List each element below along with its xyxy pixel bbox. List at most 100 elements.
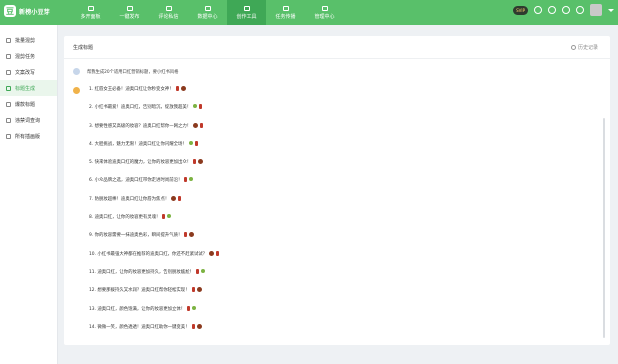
panel-icon	[87, 5, 94, 11]
bot-avatar-icon	[73, 87, 80, 94]
task-icon	[282, 5, 289, 11]
sparkle-icon	[193, 104, 198, 109]
result-text: 8. 迪奥口红，让你的妆容更有灵魂！	[89, 215, 161, 221]
result-item[interactable]: 13. 迪奥口红，颜色饱满，让你的妆容更加立体！	[89, 305, 219, 324]
lipstick-icon	[187, 305, 191, 311]
result-item[interactable]: 11. 迪奥口红，让你的妆容更加持久，告别脱妆尴尬！	[89, 268, 219, 287]
lipstick-icon	[184, 232, 188, 238]
nav-label: 多开面板	[80, 13, 101, 20]
sidebar: 批量混剪 混剪任务 文案改写 标题生成 爆款标题 违禁词查询 所有插画版	[0, 25, 58, 364]
result-list: 1. 红唇女王必备！迪奥口红让你秒变女神！ 2. 小红书最爱！迪奥口红，告别暗沉…	[89, 86, 220, 342]
lipstick-icon	[162, 214, 166, 220]
result-item[interactable]: 7. 防脱妆超棒！迪奥口红让你唇为焦点！	[89, 195, 219, 214]
result-item[interactable]: 4. 大胆挑战，魅力无限！迪奥口红让你闪耀全场！	[89, 140, 219, 159]
sidebar-item-rewrite[interactable]: 文案改写	[0, 64, 57, 80]
result-item[interactable]: 5. 快来体验迪奥口红的魔力，让你的妆容更加出众！	[89, 159, 219, 177]
sidebar-item-label: 爆款标题	[15, 101, 36, 108]
nav-label: 评论私信	[158, 13, 179, 20]
main-panel: 生成标题 历史记录 帮我生成20个适用口红营销标题，要小红书风格 1. 红唇女王…	[64, 36, 610, 345]
page-title: 生成标题	[73, 45, 94, 51]
result-item[interactable]: 12. 想要那拨持久又水润？迪奥口红帮你轻松实现！	[89, 287, 219, 305]
lipstick-icon	[191, 323, 195, 329]
nav-label: 创作工具	[236, 13, 257, 20]
comment-icon	[165, 5, 172, 11]
nav-item-multi-panel[interactable]: 多开面板	[71, 0, 110, 25]
title-icon	[6, 85, 11, 91]
nav-label: 数据中心	[197, 13, 218, 20]
result-item[interactable]: 6. 小众品牌之选，迪奥口红带你走进时尚前沿！	[89, 177, 219, 195]
result-item[interactable]: 14. 微微一笑，颜色透透！迪奥口红助你一键变美！	[89, 323, 219, 342]
result-text: 5. 快来体验迪奥口红的魔力，让你的妆容更加出众！	[89, 160, 192, 166]
sparkle-icon	[189, 177, 194, 182]
result-item[interactable]: 3. 想要性感又高级的妆容？迪奥口红帮你一网之力！	[89, 122, 219, 141]
history-button[interactable]: 历史记录	[570, 44, 598, 51]
sidebar-item-label: 所有插画版	[15, 133, 41, 140]
nav-item-publish[interactable]: 一键发布	[110, 0, 149, 25]
top-right-tools: SVIP	[513, 4, 614, 16]
user-avatar-icon	[73, 68, 80, 75]
prompt-text: 帮我生成20个适用口红营销标题，要小红书风格	[87, 69, 179, 75]
settings-icon[interactable]	[576, 6, 584, 14]
fire-icon	[6, 101, 11, 107]
football-icon	[180, 86, 186, 91]
result-text: 14. 微微一笑，颜色透透！迪奥口红助你一键变美！	[89, 324, 190, 330]
sidebar-item-title-gen[interactable]: 标题生成	[0, 80, 57, 96]
chevron-down-icon[interactable]	[608, 8, 614, 12]
nav-item-management[interactable]: 管理中心	[305, 0, 344, 25]
mix-icon	[6, 37, 11, 43]
nav-label: 一键发布	[119, 13, 140, 20]
sidebar-item-illustrations[interactable]: 所有插画版	[0, 128, 57, 144]
history-label: 历史记录	[577, 45, 598, 51]
result-item[interactable]: 10. 小红书最强大神都在推荐的迪奥口红，你还不赶紧试试？	[89, 250, 220, 269]
sidebar-item-label: 标题生成	[15, 85, 36, 92]
result-text: 9. 你的妆容需要一抹迪奥色彩，瞬间提升气质！	[89, 233, 183, 239]
brush-icon	[6, 133, 11, 139]
task-list-icon	[6, 53, 11, 59]
help-icon[interactable]	[548, 6, 556, 14]
brand: 豆 新榜小豆芽	[4, 5, 50, 17]
manage-icon	[321, 5, 328, 11]
nav-label: 管理中心	[314, 13, 335, 20]
result-item[interactable]: 2. 小红书最爱！迪奥口红，告别暗沉，绽放我超美！	[89, 104, 219, 122]
chart-icon	[204, 5, 211, 11]
avatar[interactable]	[590, 4, 602, 16]
football-icon	[171, 195, 177, 201]
football-icon	[189, 232, 195, 238]
brand-logo: 豆	[4, 5, 16, 17]
result-item[interactable]: 9. 你的妆容需要一抹迪奥色彩，瞬间提升气质！	[89, 232, 219, 250]
sidebar-item-label: 混剪任务	[15, 53, 36, 60]
sidebar-item-batch-mix[interactable]: 批量混剪	[0, 32, 57, 48]
lipstick-icon	[178, 195, 182, 201]
football-icon	[196, 323, 202, 329]
clock-icon	[570, 45, 576, 50]
sidebar-item-hot-titles[interactable]: 爆款标题	[0, 96, 57, 112]
nav-item-creation-tools[interactable]: 创作工具	[227, 0, 266, 25]
search-icon	[6, 117, 11, 123]
result-item[interactable]: 1. 红唇女王必备！迪奥口红让你秒变女神！	[89, 86, 219, 104]
sidebar-item-label: 违禁词查询	[15, 117, 41, 124]
nav-item-task-spread[interactable]: 任务传播	[266, 0, 305, 25]
scrollbar[interactable]	[603, 118, 605, 338]
notification-icon[interactable]	[534, 6, 542, 14]
nav-item-data-center[interactable]: 数据中心	[188, 0, 227, 25]
top-bar: 豆 新榜小豆芽 多开面板 一键发布 评论私信 数据中心 创作工具 任务传播 管理…	[0, 0, 618, 25]
sidebar-item-mix-tasks[interactable]: 混剪任务	[0, 48, 57, 64]
result-text: 6. 小众品牌之选，迪奥口红带你走进时尚前沿！	[89, 178, 183, 184]
nav-item-comments[interactable]: 评论私信	[149, 0, 188, 25]
result-text: 7. 防脱妆超棒！迪奥口红让你唇为焦点！	[89, 196, 170, 202]
football-icon	[196, 287, 202, 293]
result-text: 10. 小红书最强大神都在推荐的迪奥口红，你还不赶紧试试？	[89, 251, 208, 257]
app-window: 豆 新榜小豆芽 多开面板 一键发布 评论私信 数据中心 创作工具 任务传播 管理…	[0, 0, 618, 364]
lipstick-icon	[194, 140, 198, 146]
result-text: 11. 迪奥口红，让你的妆容更加持久，告别脱妆尴尬！	[89, 269, 194, 275]
user-prompt: 帮我生成20个适用口红营销标题，要小红书风格	[73, 68, 178, 75]
sidebar-item-banned-words[interactable]: 违禁词查询	[0, 112, 57, 128]
headset-icon[interactable]	[562, 6, 570, 14]
result-item[interactable]: 8. 迪奥口红，让你的妆容更有灵魂！	[89, 214, 219, 232]
result-text: 12. 想要那拨持久又水润？迪奥口红帮你轻松实现！	[89, 288, 190, 294]
publish-icon	[126, 5, 133, 11]
sparkle-icon	[200, 268, 205, 273]
sidebar-item-label: 文案改写	[15, 69, 36, 76]
vip-badge[interactable]: SVIP	[513, 5, 528, 15]
result-text: 3. 想要性感又高级的妆容？迪奥口红帮你一网之力！	[89, 123, 192, 129]
